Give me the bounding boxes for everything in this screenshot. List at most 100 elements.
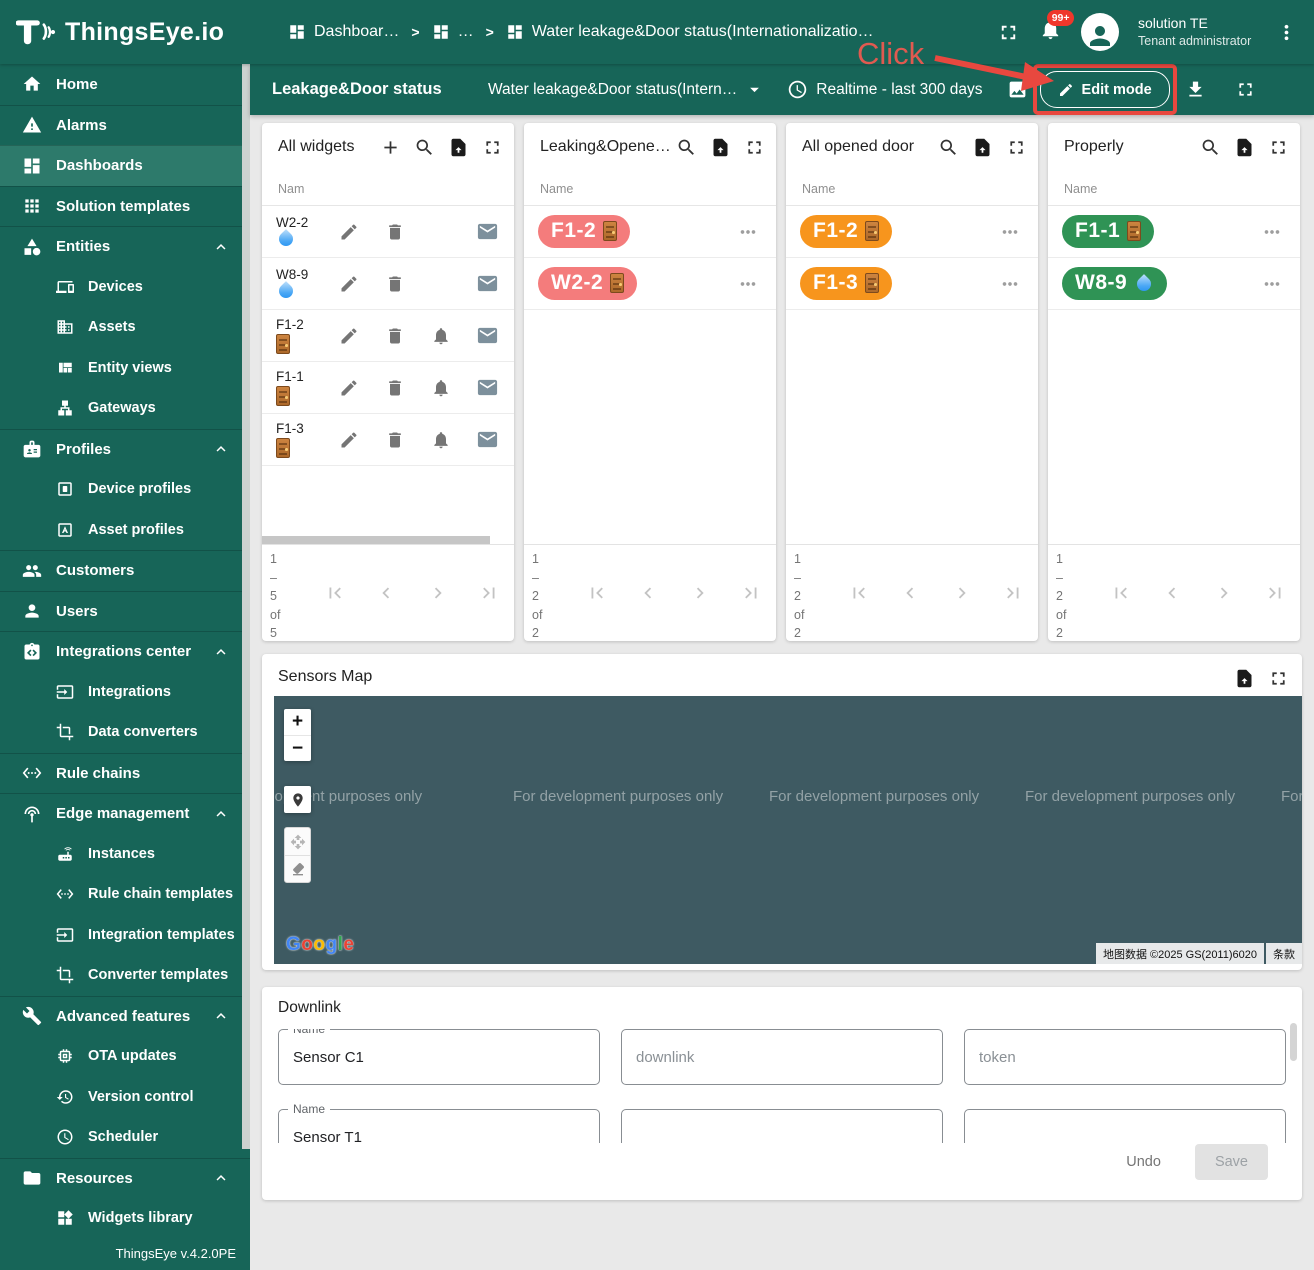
user-info[interactable]: solution TE Tenant administrator xyxy=(1138,15,1256,50)
chevron-up-icon[interactable] xyxy=(212,643,230,661)
sidebar-item-solution-templates[interactable]: Solution templates xyxy=(0,186,250,227)
sidebar-item-profiles[interactable]: Profiles xyxy=(0,429,250,470)
first-page-icon[interactable] xyxy=(324,582,346,604)
google-logo[interactable]: Google xyxy=(286,934,354,956)
breadcrumb-item-2[interactable]: Water leakage&Door status(Internationali… xyxy=(506,23,874,41)
sidebar-item-entities[interactable]: Entities xyxy=(0,226,250,267)
sidebar-item-data-converters[interactable]: Data converters xyxy=(0,712,250,753)
toolbar-fullscreen-icon[interactable] xyxy=(1235,79,1256,100)
sidebar-item-home[interactable]: Home xyxy=(0,64,250,105)
thingseye-logo[interactable]: ThingsEye.io xyxy=(16,16,254,49)
alarm-button[interactable] xyxy=(418,430,464,450)
downlink-input[interactable] xyxy=(636,1049,928,1066)
status-pill[interactable]: F1-3 xyxy=(800,267,892,300)
add-icon[interactable] xyxy=(380,137,401,158)
add-marker-button[interactable] xyxy=(284,786,311,813)
first-page-icon[interactable] xyxy=(586,582,608,604)
alarm-icon[interactable] xyxy=(431,326,451,346)
last-page-icon[interactable] xyxy=(1264,582,1286,604)
export-icon[interactable] xyxy=(710,137,731,158)
sidebar-item-entity-views[interactable]: Entity views xyxy=(0,348,250,389)
delete-icon[interactable] xyxy=(385,274,405,294)
edit-icon[interactable] xyxy=(339,378,359,398)
sidebar-item-integration-templates[interactable]: Integration templates xyxy=(0,915,250,956)
last-page-icon[interactable] xyxy=(478,582,500,604)
email-button[interactable] xyxy=(464,428,510,451)
sidebar-item-widgets-library[interactable]: Widgets library xyxy=(0,1198,250,1239)
empty-input[interactable] xyxy=(979,1129,1271,1144)
download-icon[interactable] xyxy=(1185,79,1206,100)
widget-fullscreen-icon[interactable] xyxy=(482,137,503,158)
sidebar-item-users[interactable]: Users xyxy=(0,591,250,632)
export-icon[interactable] xyxy=(972,137,993,158)
next-page-icon[interactable] xyxy=(427,582,449,604)
edit-icon[interactable] xyxy=(339,222,359,242)
delete-button[interactable] xyxy=(372,222,418,242)
widget-fullscreen-icon[interactable] xyxy=(744,137,765,158)
edit-mode-button[interactable]: Edit mode xyxy=(1040,71,1170,108)
next-page-icon[interactable] xyxy=(1213,582,1235,604)
sidebar-item-assets[interactable]: Assets xyxy=(0,307,250,348)
sidebar-item-integrations-center[interactable]: Integrations center xyxy=(0,631,250,672)
email-button[interactable] xyxy=(464,376,510,399)
widget-fullscreen-icon[interactable] xyxy=(1006,137,1027,158)
previous-page-icon[interactable] xyxy=(1161,582,1183,604)
sidebar-item-customers[interactable]: Customers xyxy=(0,550,250,591)
row-menu-icon[interactable] xyxy=(1261,221,1283,243)
last-page-icon[interactable] xyxy=(740,582,762,604)
first-page-icon[interactable] xyxy=(848,582,870,604)
row-menu-icon[interactable] xyxy=(737,273,759,295)
email-icon[interactable] xyxy=(476,324,499,347)
google-map[interactable]: + − For development purposes onlyFor dev… xyxy=(274,696,1302,964)
email-icon[interactable] xyxy=(476,272,499,295)
delete-icon[interactable] xyxy=(385,326,405,346)
token-input[interactable] xyxy=(979,1049,1271,1066)
edit-button[interactable] xyxy=(326,222,372,242)
sidebar-item-instances[interactable]: Instances xyxy=(0,834,250,875)
sidebar-item-ota-updates[interactable]: OTA updates xyxy=(0,1036,250,1077)
dashboard-select[interactable]: Water leakage&Door status(Intern… xyxy=(488,79,765,100)
edit-icon[interactable] xyxy=(339,274,359,294)
previous-page-icon[interactable] xyxy=(375,582,397,604)
search-icon[interactable] xyxy=(938,137,959,158)
status-pill[interactable]: F1-2 xyxy=(538,215,630,248)
alarm-icon[interactable] xyxy=(431,378,451,398)
row-menu-icon[interactable] xyxy=(999,273,1021,295)
edit-icon[interactable] xyxy=(339,326,359,346)
sidebar-item-rule-chains[interactable]: Rule chains xyxy=(0,753,250,794)
email-icon[interactable] xyxy=(476,428,499,451)
chevron-up-icon[interactable] xyxy=(212,1007,230,1025)
delete-button[interactable] xyxy=(372,378,418,398)
email-button[interactable] xyxy=(464,324,510,347)
previous-page-icon[interactable] xyxy=(899,582,921,604)
email-button[interactable] xyxy=(464,220,510,243)
fullscreen-icon[interactable] xyxy=(997,21,1020,44)
email-icon[interactable] xyxy=(476,376,499,399)
eraser-tool-button[interactable] xyxy=(285,855,310,882)
sidebar-item-gateways[interactable]: Gateways xyxy=(0,388,250,429)
name-input[interactable] xyxy=(293,1049,585,1066)
sidebar-item-asset-profiles[interactable]: Asset profiles xyxy=(0,510,250,551)
next-page-icon[interactable] xyxy=(951,582,973,604)
status-pill[interactable]: W2-2 xyxy=(538,267,637,300)
next-page-icon[interactable] xyxy=(689,582,711,604)
last-page-icon[interactable] xyxy=(1002,582,1024,604)
sidebar-item-dashboards[interactable]: Dashboards xyxy=(0,145,250,186)
edit-button[interactable] xyxy=(326,274,372,294)
notifications-button[interactable]: 99+ xyxy=(1039,18,1062,46)
save-button[interactable]: Save xyxy=(1195,1144,1268,1180)
email-button[interactable] xyxy=(464,272,510,295)
delete-icon[interactable] xyxy=(385,222,405,242)
chevron-up-icon[interactable] xyxy=(212,440,230,458)
status-pill[interactable]: F1-1 xyxy=(1062,215,1154,248)
image-icon[interactable] xyxy=(1007,79,1028,100)
previous-page-icon[interactable] xyxy=(637,582,659,604)
export-icon[interactable] xyxy=(448,137,469,158)
sidebar-item-device-profiles[interactable]: Device profiles xyxy=(0,469,250,510)
sidebar-item-advanced-features[interactable]: Advanced features xyxy=(0,996,250,1037)
edit-icon[interactable] xyxy=(339,430,359,450)
delete-button[interactable] xyxy=(372,430,418,450)
widget-fullscreen-icon[interactable] xyxy=(1268,668,1289,689)
sidebar-item-integrations[interactable]: Integrations xyxy=(0,672,250,713)
status-pill[interactable]: W8-9 xyxy=(1062,267,1167,300)
